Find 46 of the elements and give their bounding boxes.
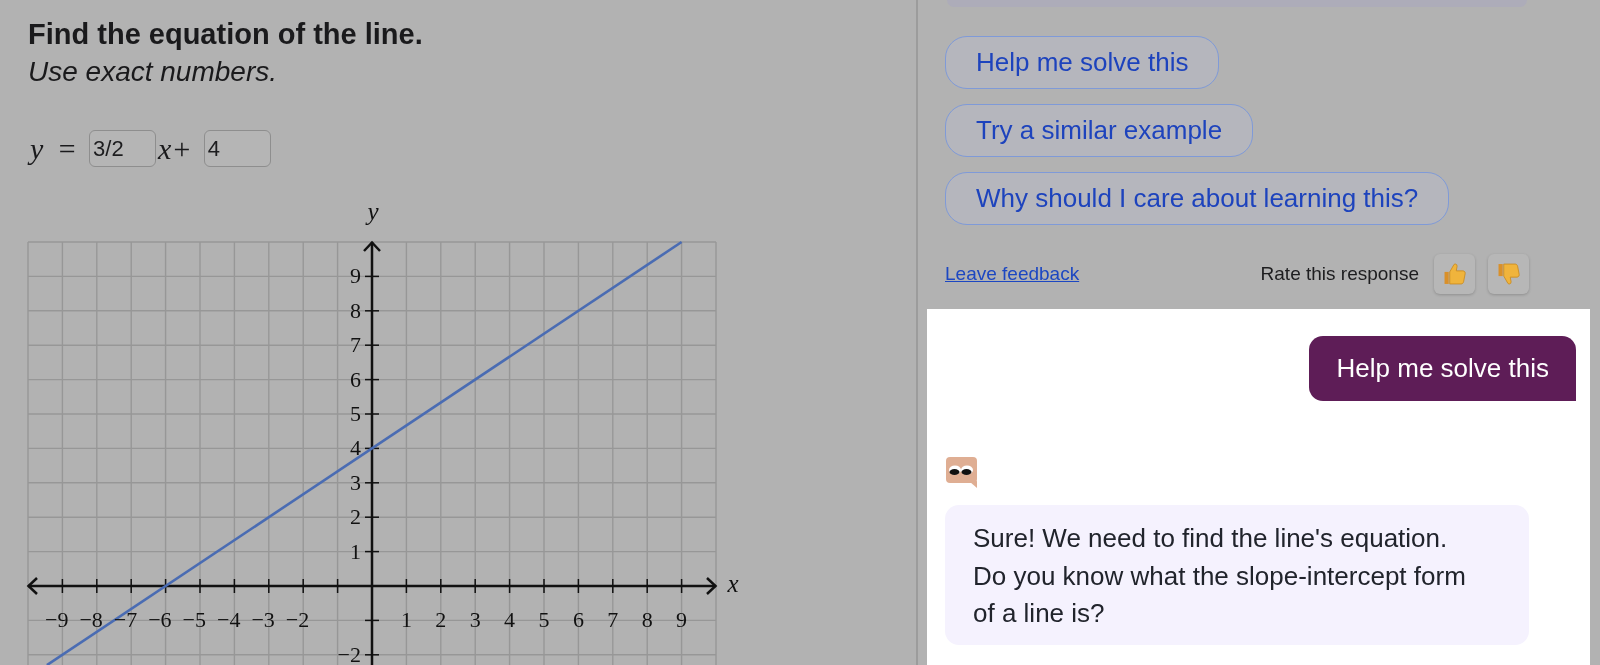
tick-label: 8 xyxy=(350,297,361,323)
avatar-icon xyxy=(946,457,977,488)
suggestion-button[interactable]: Try a similar example xyxy=(945,104,1254,157)
tick-label: 1 xyxy=(400,607,412,632)
tick-label: −4 xyxy=(217,607,241,632)
rate-label: Rate this response xyxy=(1260,263,1419,285)
tick-label: −3 xyxy=(251,607,275,632)
tick-label: 5 xyxy=(538,607,550,632)
axis-label: x xyxy=(727,570,739,597)
tick-label: −7 xyxy=(113,607,138,632)
thumbs-up-icon xyxy=(1443,263,1466,285)
tick-label: −5 xyxy=(182,607,206,632)
answer-field[interactable]: 4 xyxy=(203,130,271,167)
tick-label: −8 xyxy=(79,607,103,632)
tick-label: 6 xyxy=(350,366,361,392)
feedback-link[interactable]: Leave feedback xyxy=(945,263,1080,285)
suggestion-button[interactable]: Why should I care about learning this? xyxy=(945,172,1450,225)
answer-field[interactable]: 3/2 xyxy=(89,130,157,167)
tick-label: −2 xyxy=(337,641,361,665)
thumbs-down-button[interactable] xyxy=(1488,254,1529,294)
tick-label: 2 xyxy=(435,607,447,632)
tick-label: 5 xyxy=(350,401,361,426)
tick-label: 4 xyxy=(504,607,516,632)
user-message: Help me solve this xyxy=(1308,336,1576,401)
tick-label: 9 xyxy=(676,607,688,632)
tick-label: 3 xyxy=(469,607,481,632)
thumbs-up-button[interactable] xyxy=(1434,254,1475,294)
tick-label: −6 xyxy=(148,607,172,632)
suggestion-button[interactable]: Help me solve this xyxy=(945,36,1220,89)
axis-label: y xyxy=(367,198,379,225)
tick-label: −9 xyxy=(45,607,69,632)
thumbs-down-icon xyxy=(1497,263,1520,285)
tick-label: 8 xyxy=(641,607,653,632)
tick-label: 3 xyxy=(350,469,361,495)
tick-label: 6 xyxy=(572,607,584,632)
question-title: Find the equation of the line. xyxy=(28,17,423,52)
tick-label: 7 xyxy=(350,332,361,358)
tick-label: 4 xyxy=(350,435,361,461)
tick-label: 2 xyxy=(350,504,361,530)
tutor-message: Sure! We need to find the line's equation. Do you know what the slope-intercept form of a line is? xyxy=(945,505,1529,645)
tick-label: 7 xyxy=(607,607,619,632)
tick-label: 9 xyxy=(350,263,361,289)
tick-label: −2 xyxy=(285,607,310,632)
math-text: x+ xyxy=(158,131,192,167)
instruction-text: Use exact numbers. xyxy=(28,55,277,89)
tick-label: 1 xyxy=(350,538,361,564)
